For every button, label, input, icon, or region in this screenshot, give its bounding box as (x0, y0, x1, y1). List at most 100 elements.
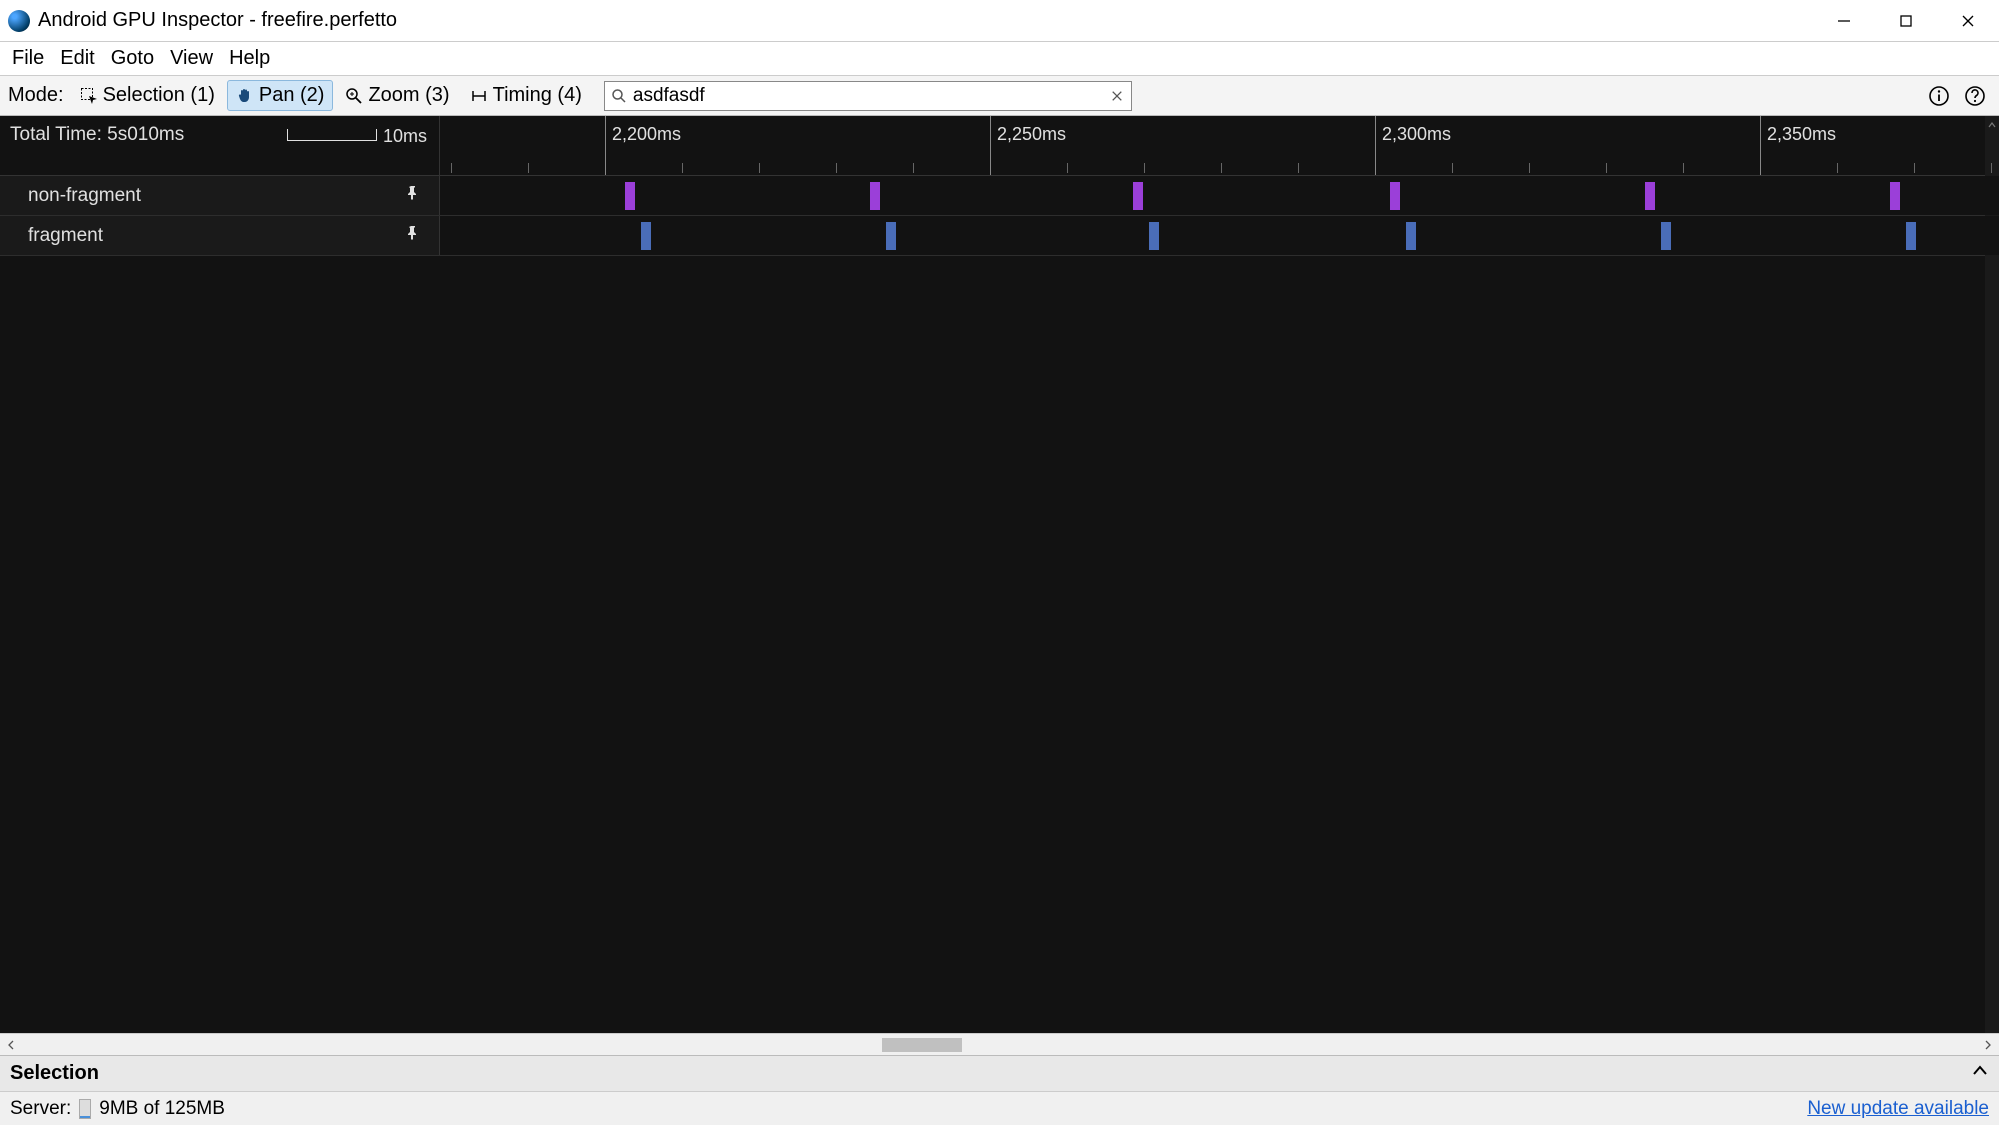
ruler-minor-tick (1991, 163, 1992, 173)
ruler-minor-tick (1529, 163, 1530, 173)
scroll-thumb[interactable] (882, 1038, 962, 1052)
menu-bar: File Edit Goto View Help (0, 42, 1999, 76)
timeline-event-fragment[interactable] (1406, 222, 1416, 250)
selection-mode-button[interactable]: Selection (1) (72, 81, 223, 110)
menu-file[interactable]: File (4, 43, 52, 74)
ruler-minor-tick (451, 163, 452, 173)
search-box (604, 81, 1132, 111)
search-clear-button[interactable] (1105, 84, 1129, 108)
timing-mode-label: Timing (4) (493, 84, 582, 107)
selection-panel-toggle[interactable] (1971, 1062, 1989, 1086)
scroll-left-button[interactable] (0, 1034, 22, 1056)
ruler-minor-tick (1144, 163, 1145, 173)
ruler-minor-tick (528, 163, 529, 173)
selection-mode-label: Selection (1) (103, 84, 215, 107)
chevron-right-icon (1983, 1040, 1993, 1050)
track-name: non-fragment (28, 185, 141, 207)
ruler-minor-tick (1837, 163, 1838, 173)
selection-panel-header[interactable]: Selection (0, 1055, 1999, 1091)
ruler-major-tick: 2,350ms (1760, 116, 1836, 175)
status-bar: Server: 9MB of 125MB New update availabl… (0, 1091, 1999, 1125)
timeline-header: Total Time: 5s010ms 10ms 2,200ms 2,250ms 2… (0, 116, 1999, 176)
menu-help[interactable]: Help (221, 43, 278, 74)
timeline-event-non-fragment[interactable] (625, 182, 635, 210)
ruler-minor-tick (1298, 163, 1299, 173)
ruler-minor-tick (1606, 163, 1607, 173)
ruler-minor-tick (759, 163, 760, 173)
timing-icon (470, 87, 488, 105)
search-icon (611, 88, 627, 104)
help-icon (1964, 85, 1986, 107)
scroll-right-button[interactable] (1977, 1034, 1999, 1056)
track-content-non-fragment[interactable] (440, 176, 1999, 215)
timeline-event-fragment[interactable] (1149, 222, 1159, 250)
close-button[interactable] (1937, 0, 1999, 42)
timeline-empty-area[interactable] (0, 256, 1999, 1033)
minimize-button[interactable] (1813, 0, 1875, 42)
track-row-non-fragment: non-fragment (0, 176, 1999, 216)
track-row-fragment: fragment (0, 216, 1999, 256)
window-controls (1813, 0, 1999, 42)
selection-icon (80, 87, 98, 105)
scale-label: 10ms (383, 126, 427, 147)
timeline-ruler[interactable]: 2,200ms2,250ms2,300ms2,350ms (440, 116, 1999, 175)
app-icon (8, 10, 30, 32)
window-title: Android GPU Inspector - freefire.perfett… (38, 9, 397, 32)
maximize-button[interactable] (1875, 0, 1937, 42)
ruler-minor-tick (836, 163, 837, 173)
ruler-minor-tick (1452, 163, 1453, 173)
toolbar-right (1923, 80, 1991, 112)
track-content-fragment[interactable] (440, 216, 1999, 255)
ruler-minor-tick (1683, 163, 1684, 173)
pin-icon (405, 225, 421, 241)
ruler-minor-tick (1914, 163, 1915, 173)
info-icon (1928, 85, 1950, 107)
timeline-event-fragment[interactable] (641, 222, 651, 250)
pin-button[interactable] (405, 225, 421, 247)
memory-bar (79, 1099, 91, 1119)
scroll-track[interactable] (22, 1034, 1977, 1055)
update-link[interactable]: New update available (1807, 1098, 1989, 1120)
help-button[interactable] (1959, 80, 1991, 112)
zoom-mode-button[interactable]: Zoom (3) (337, 81, 457, 110)
timeline-event-fragment[interactable] (886, 222, 896, 250)
status-left: Server: 9MB of 125MB (10, 1098, 225, 1120)
track-name: fragment (28, 225, 103, 247)
timeline-event-fragment[interactable] (1661, 222, 1671, 250)
server-label: Server: (10, 1098, 71, 1120)
zoom-mode-label: Zoom (3) (368, 84, 449, 107)
chevron-up-icon (1971, 1062, 1989, 1080)
menu-goto[interactable]: Goto (103, 43, 162, 74)
ruler-major-tick: 2,250ms (990, 116, 1066, 175)
track-label-fragment[interactable]: fragment (0, 216, 440, 255)
track-rows: non-fragment fragment (0, 176, 1999, 256)
search-input[interactable] (627, 85, 1105, 107)
ruler-minor-tick (1221, 163, 1222, 173)
toolbar: Mode: Selection (1) Pan (2) Zoom (3) Tim… (0, 76, 1999, 116)
menu-view[interactable]: View (162, 43, 221, 74)
timing-mode-button[interactable]: Timing (4) (462, 81, 590, 110)
app-window: Android GPU Inspector - freefire.perfett… (0, 0, 1999, 1125)
timeline-event-non-fragment[interactable] (1890, 182, 1900, 210)
memory-fill (80, 1116, 90, 1118)
info-button[interactable] (1923, 80, 1955, 112)
pin-icon (405, 185, 421, 201)
track-label-non-fragment[interactable]: non-fragment (0, 176, 440, 215)
timeline-event-non-fragment[interactable] (1133, 182, 1143, 210)
ruler-major-tick: 2,200ms (605, 116, 681, 175)
pan-mode-button[interactable]: Pan (2) (227, 80, 334, 111)
timeline-event-non-fragment[interactable] (870, 182, 880, 210)
pin-button[interactable] (405, 185, 421, 207)
menu-edit[interactable]: Edit (52, 43, 102, 74)
timeline-area: Total Time: 5s010ms 10ms 2,200ms 2,250ms 2… (0, 116, 1999, 1033)
ruler-minor-tick (913, 163, 914, 173)
chevron-left-icon (6, 1040, 16, 1050)
timeline-event-fragment[interactable] (1906, 222, 1916, 250)
hand-icon (236, 87, 254, 105)
title-bar: Android GPU Inspector - freefire.perfett… (0, 0, 1999, 42)
zoom-icon (345, 87, 363, 105)
total-time-label: Total Time: 5s010ms (10, 124, 184, 146)
timeline-event-non-fragment[interactable] (1645, 182, 1655, 210)
timeline-event-non-fragment[interactable] (1390, 182, 1400, 210)
selection-panel-title: Selection (10, 1062, 99, 1085)
